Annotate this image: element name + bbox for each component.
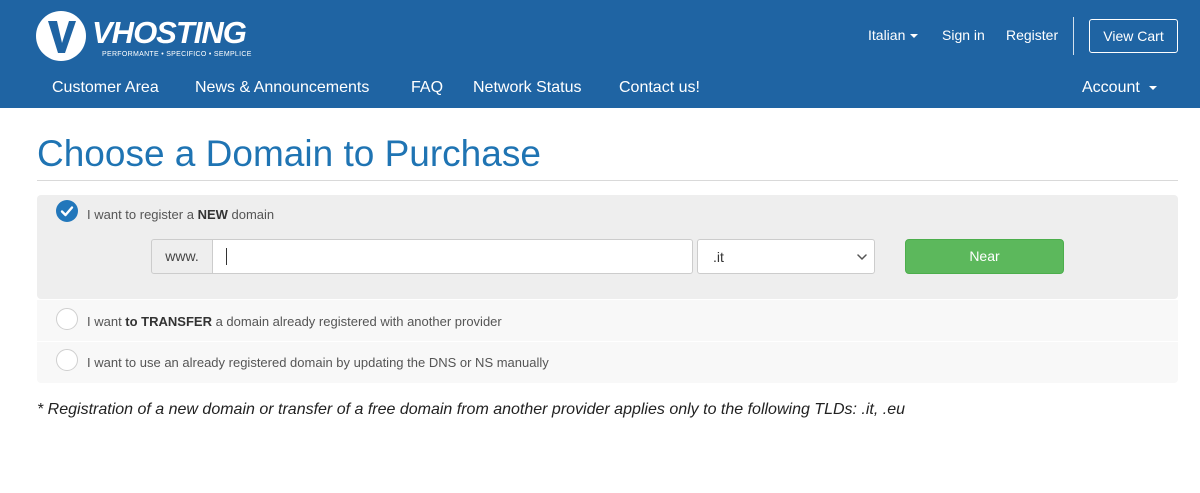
logo-v-icon <box>36 11 86 61</box>
nav-customer-area[interactable]: Customer Area <box>52 79 159 97</box>
transfer-domain-radio[interactable] <box>56 308 78 330</box>
account-label: Account <box>1082 79 1140 96</box>
chevron-down-icon <box>1148 85 1157 90</box>
brand-name: VHOSTING <box>92 15 247 50</box>
language-label: Italian <box>868 27 906 43</box>
transfer-domain-label[interactable]: I want to TRANSFER a domain already regi… <box>87 314 502 329</box>
tld-selected-value: .it <box>713 249 724 265</box>
transfer-label-prefix: I want <box>87 314 126 329</box>
www-prefix: www. <box>151 239 213 274</box>
transfer-label-emphasis: to TRANSFER <box>125 314 212 329</box>
new-domain-label-suffix: domain <box>227 207 275 222</box>
chevron-down-icon <box>857 254 867 261</box>
sign-in-link[interactable]: Sign in <box>942 27 985 43</box>
title-divider <box>37 180 1178 181</box>
domain-name-input[interactable] <box>212 239 693 274</box>
language-selector[interactable]: Italian <box>868 27 919 43</box>
site-header: VHOSTING PERFORMANTE • SPECIFICO • SEMPL… <box>0 0 1200 108</box>
chevron-down-icon <box>910 34 919 39</box>
existing-domain-label[interactable]: I want to use an already registered doma… <box>87 355 549 370</box>
register-link[interactable]: Register <box>1006 27 1058 43</box>
nav-news-announcements[interactable]: News & Announcements <box>195 79 369 97</box>
search-domain-button[interactable]: Near <box>905 239 1064 274</box>
nav-faq[interactable]: FAQ <box>411 79 443 97</box>
header-divider <box>1073 17 1074 55</box>
new-domain-label[interactable]: I want to register a NEW domain <box>87 207 274 222</box>
view-cart-button[interactable]: View Cart <box>1089 19 1178 53</box>
nav-network-status[interactable]: Network Status <box>473 79 581 97</box>
brand-tagline: PERFORMANTE • SPECIFICO • SEMPLICE <box>102 51 252 58</box>
new-domain-label-emphasis: NEW <box>197 207 228 222</box>
transfer-label-suffix: a domain already registered with another… <box>211 314 502 329</box>
brand-logo[interactable]: VHOSTING PERFORMANTE • SPECIFICO • SEMPL… <box>36 11 266 63</box>
checkmark-icon <box>60 206 74 217</box>
nav-contact-us[interactable]: Contact us! <box>619 79 700 97</box>
tld-footnote: * Registration of a new domain or transf… <box>37 401 905 418</box>
nav-account-menu[interactable]: Account <box>1082 79 1157 97</box>
existing-domain-radio[interactable] <box>56 349 78 371</box>
new-domain-label-prefix: I want to register a <box>87 207 198 222</box>
new-domain-radio[interactable] <box>56 200 78 222</box>
tld-select[interactable]: .it <box>697 239 875 274</box>
page-title: Choose a Domain to Purchase <box>37 133 541 174</box>
text-cursor <box>226 248 227 265</box>
